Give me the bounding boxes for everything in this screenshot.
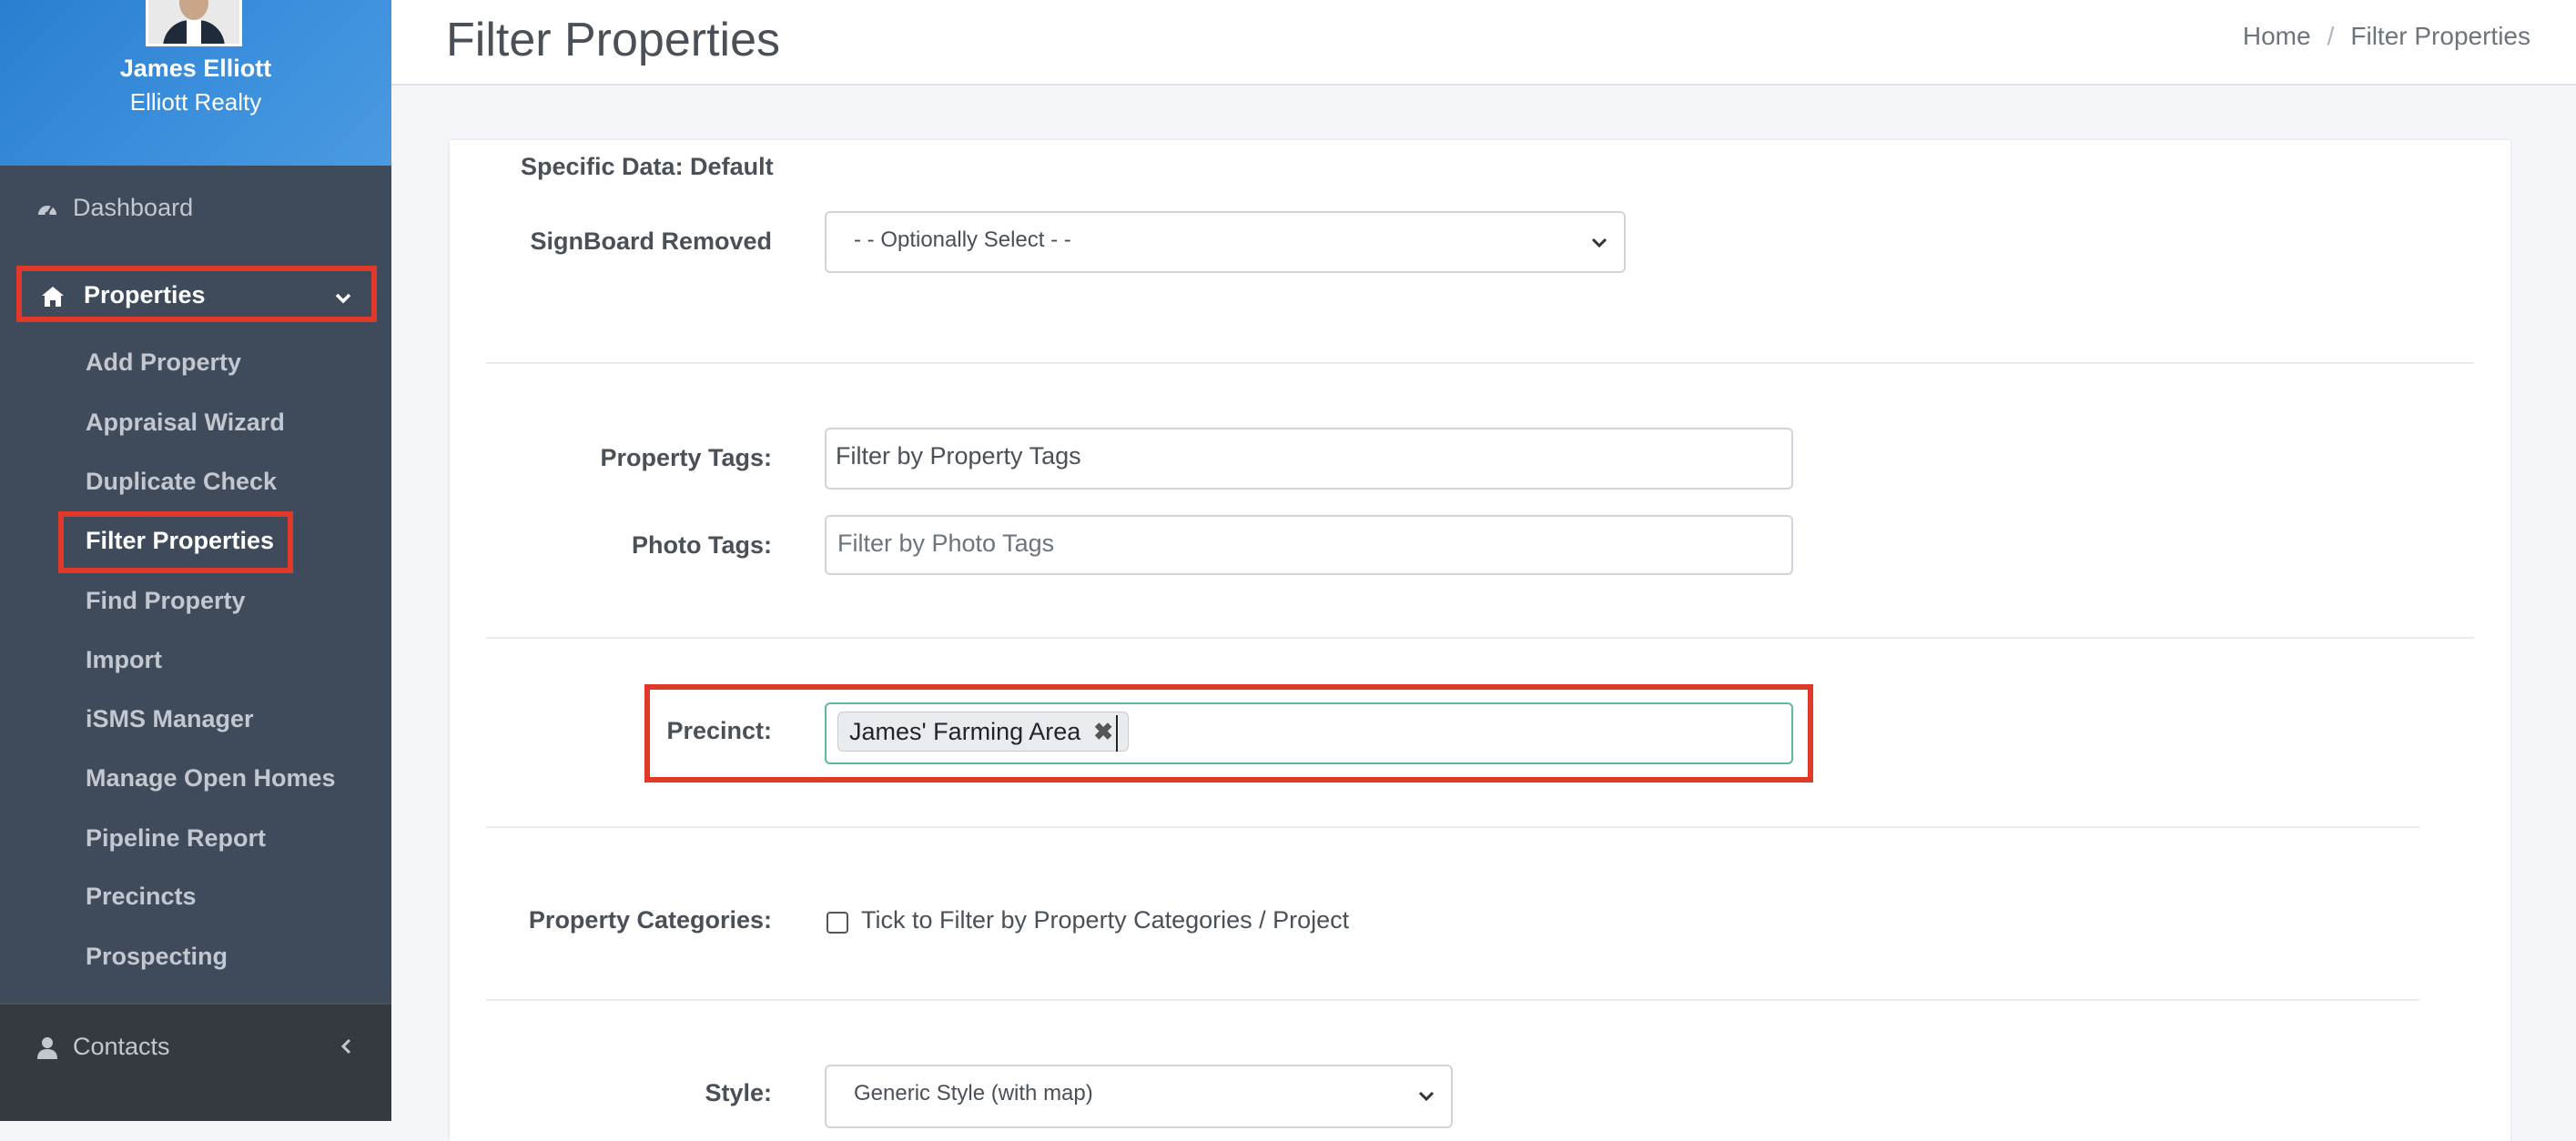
photo-tags-placeholder: Filter by Photo Tags — [837, 530, 1055, 557]
sidebar-item-filter-properties[interactable]: Filter Properties — [86, 527, 274, 555]
precinct-tag-input[interactable]: James' Farming Area ✖ — [825, 702, 1793, 764]
nav-contacts[interactable]: Contacts — [0, 1019, 391, 1074]
precinct-chip-label: James' Farming Area — [849, 717, 1081, 745]
sidebar: James Elliott Elliott Realty Dashboard P… — [0, 0, 391, 1121]
property-tags-label: Property Tags: — [600, 444, 772, 471]
breadcrumb-home[interactable]: Home — [2243, 22, 2311, 50]
sidebar-item-prospecting[interactable]: Prospecting — [86, 943, 228, 971]
divider — [486, 826, 2419, 828]
breadcrumb-current: Filter Properties — [2350, 22, 2530, 50]
specific-data-heading: Specific Data: Default — [521, 153, 774, 180]
sidebar-item-precincts[interactable]: Precincts — [86, 883, 197, 911]
sidebar-item-find-property[interactable]: Find Property — [86, 587, 246, 615]
content-header: Filter Properties Home / Filter Properties — [391, 0, 2576, 86]
nav-properties[interactable]: Properties — [16, 266, 377, 322]
dashboard-icon — [38, 206, 56, 217]
signboard-label: SignBoard Removed — [530, 227, 772, 255]
style-label: Style: — [705, 1079, 772, 1106]
user-panel: James Elliott Elliott Realty — [0, 0, 391, 166]
nav-dashboard[interactable]: Dashboard — [0, 180, 391, 235]
signboard-select[interactable]: - - Optionally Select - - — [825, 211, 1626, 273]
user-icon — [37, 1037, 57, 1059]
divider — [486, 999, 2419, 1001]
home-icon — [42, 287, 64, 307]
avatar[interactable] — [146, 0, 242, 46]
breadcrumb: Home / Filter Properties — [2242, 22, 2530, 50]
sidebar-item-pipeline-report[interactable]: Pipeline Report — [86, 824, 266, 853]
sidebar-item-add-property[interactable]: Add Property — [86, 348, 241, 377]
property-tags-input[interactable]: Filter by Property Tags — [825, 428, 1793, 490]
nav-dashboard-label: Dashboard — [73, 194, 194, 221]
divider — [486, 637, 2474, 639]
sidebar-item-isms-manager[interactable]: iSMS Manager — [86, 705, 254, 733]
nav-properties-label: Properties — [84, 281, 206, 308]
property-categories-checkbox[interactable] — [827, 912, 848, 934]
company-name: Elliott Realty — [129, 88, 262, 116]
sidebar-item-appraisal-wizard[interactable]: Appraisal Wizard — [86, 409, 285, 437]
style-select-value: Generic Style (with map) — [854, 1081, 1093, 1106]
photo-tags-input[interactable]: Filter by Photo Tags — [825, 515, 1793, 575]
chevron-down-icon — [335, 293, 351, 304]
user-name[interactable]: James Elliott — [0, 55, 391, 83]
property-categories-label: Property Categories: — [528, 906, 772, 934]
nav-contacts-label: Contacts — [73, 1033, 170, 1060]
sidebar-item-duplicate-check[interactable]: Duplicate Check — [86, 468, 277, 496]
sidebar-item-manage-open-homes[interactable]: Manage Open Homes — [86, 764, 336, 793]
remove-chip-icon[interactable]: ✖ — [1093, 718, 1113, 746]
sidebar-divider — [0, 1003, 391, 1005]
precinct-label: Precinct: — [666, 717, 772, 744]
property-categories-checkbox-label[interactable]: Tick to Filter by Property Categories / … — [861, 906, 1349, 934]
text-cursor — [1116, 715, 1118, 752]
precinct-chip: James' Farming Area ✖ — [837, 712, 1130, 752]
style-select[interactable]: Generic Style (with map) — [825, 1065, 1453, 1128]
page-title: Filter Properties — [446, 14, 780, 66]
sidebar-item-import[interactable]: Import — [86, 646, 162, 674]
chevron-left-icon — [340, 1038, 351, 1055]
chevron-down-icon — [1418, 1091, 1435, 1102]
signboard-select-value: - - Optionally Select - - — [854, 227, 1071, 252]
photo-tags-label: Photo Tags: — [632, 531, 772, 559]
divider — [486, 362, 2474, 364]
property-tags-value: Filter by Property Tags — [836, 442, 1081, 470]
chevron-down-icon — [1591, 237, 1607, 248]
filter-card — [450, 140, 2510, 1141]
